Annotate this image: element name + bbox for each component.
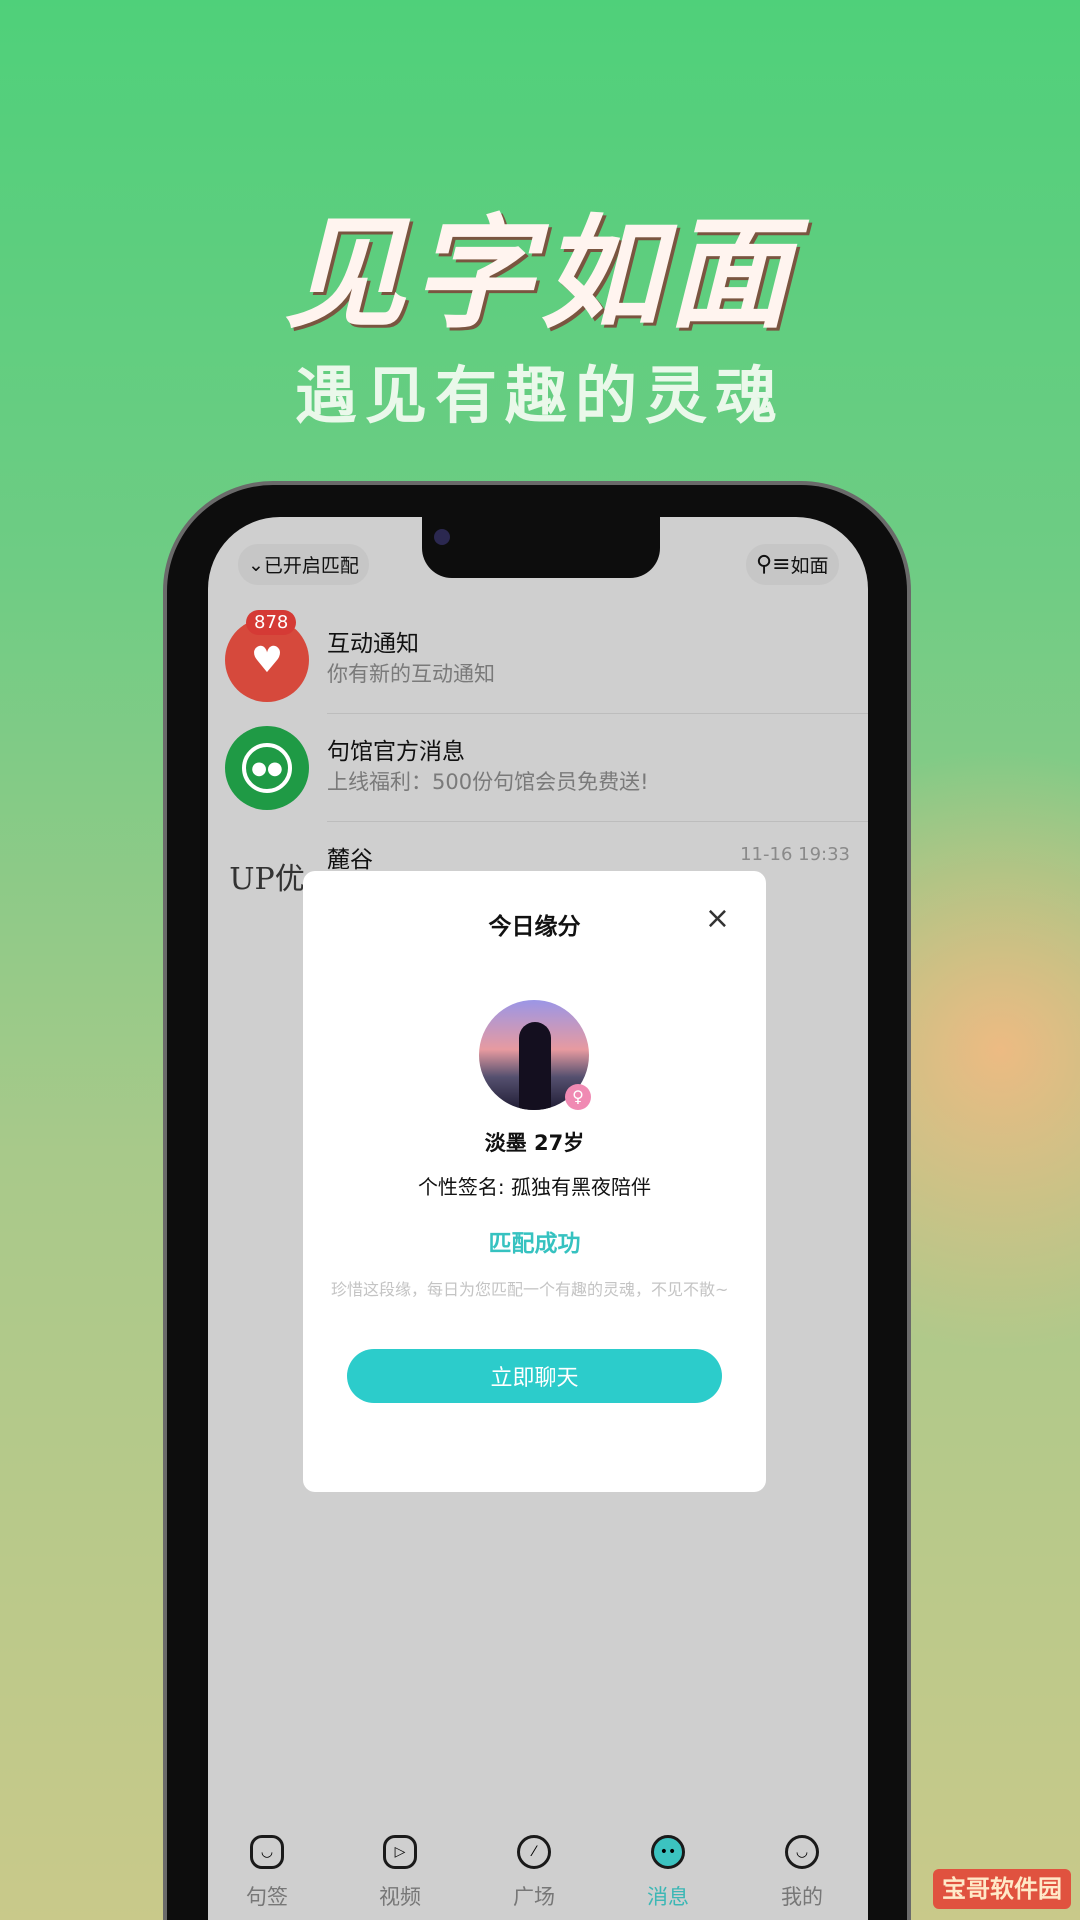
item-subtitle: 上线福利：500份句馆会员免费送! [327,770,649,794]
daily-match-dialog: 今日缘分 × ♀ 淡墨 27岁 个性签名: 孤独有黑夜陪伴 匹配成功 珍惜这段缘… [303,871,766,1492]
silhouette [519,1022,551,1110]
item-title: 句馆官方消息 [327,739,465,765]
notch [422,517,660,578]
profile-button-label: 如面 [790,555,829,577]
match-status: 匹配成功 [488,1231,581,1257]
message-icon: •• [651,1835,685,1869]
smile-icon: ◡ [785,1835,819,1869]
hero-subtitle: 遇见有趣的灵魂 [294,359,785,432]
tab-messages[interactable]: •• 消息 [623,1835,713,1911]
person-list-icon: ⚲≡ [756,552,791,577]
tab-label: 我的 [781,1885,823,1909]
female-icon: ♀ [565,1084,591,1110]
tab-profile[interactable]: ◡ 我的 [757,1835,847,1911]
hero-title: 见字如面 [284,203,796,345]
close-icon[interactable]: × [705,901,730,936]
tab-label: 视频 [379,1885,421,1909]
list-item[interactable]: ●● 句馆官方消息 上线福利：500份句馆会员免费送! [208,714,868,822]
tab-home[interactable]: ◡ 句签 [222,1835,312,1911]
match-signature: 个性签名: 孤独有黑夜陪伴 [417,1175,652,1199]
match-toggle-label: 已开启匹配 [263,555,359,577]
item-subtitle: 你有新的互动通知 [327,662,495,686]
camera-icon [434,529,450,545]
chat-bubble-icon: ●● [225,726,309,810]
match-name: 淡墨 27岁 [484,1131,585,1155]
match-hint: 珍惜这段缘，每日为您匹配一个有趣的灵魂，不见不散~ [331,1280,729,1299]
item-time: 11-16 19:33 [740,844,850,865]
tab-square[interactable]: ⁄ 广场 [489,1835,579,1911]
dialog-title: 今日缘分 [488,914,581,940]
tab-label: 句签 [246,1885,288,1909]
tab-label: 广场 [513,1885,555,1909]
item-title: 互动通知 [327,631,419,657]
match-toggle-button[interactable]: ⌄ 已开启匹配 [238,544,369,585]
play-icon: ▷ [383,1835,417,1869]
avatar: UP优 [229,862,305,897]
chat-now-button[interactable]: 立即聊天 [347,1349,722,1403]
watermark: 宝哥软件园 [933,1869,1071,1909]
list-item[interactable]: ♥ 878 互动通知 你有新的互动通知 [208,606,868,714]
unread-badge: 878 [246,610,297,635]
tab-video[interactable]: ▷ 视频 [355,1835,445,1911]
profile-button[interactable]: ⚲≡ 如面 [746,544,839,585]
tab-label: 消息 [647,1885,689,1909]
item-title: 麓谷 [327,847,373,873]
compass-icon: ⁄ [517,1835,551,1869]
home-icon: ◡ [250,1835,284,1869]
chevron-down-icon: ⌄ [248,553,264,576]
